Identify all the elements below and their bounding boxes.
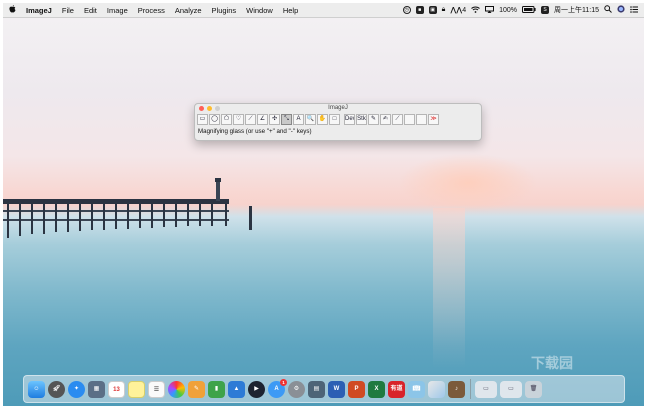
maps-icon[interactable] [428, 380, 445, 398]
imagej-window-title: ImageJ [328, 105, 348, 111]
minimize-window-icon[interactable] [207, 106, 212, 111]
image-capture-icon[interactable]: ▤ [308, 380, 325, 398]
magnifying-glass-tool-icon[interactable]: 🔍 [305, 114, 316, 125]
excel-icon[interactable]: X [368, 380, 385, 398]
trash-icon[interactable]: 🗑︎ [525, 380, 542, 398]
screen-record-icon[interactable]: S [541, 6, 549, 14]
notification-center-icon[interactable] [630, 5, 638, 15]
menu-window[interactable]: Window [241, 6, 278, 15]
airplay-icon[interactable] [485, 5, 495, 15]
lighthouse-wallpaper [215, 178, 221, 201]
finder-icon[interactable]: ☺ [28, 380, 45, 398]
sync-status-icon[interactable]: ◷ [402, 6, 411, 14]
developer-menu-tool[interactable]: Dev [344, 114, 355, 125]
system-preferences-icon[interactable]: ⚙ [288, 380, 305, 398]
color-picker-tool-icon[interactable]: □ [329, 114, 340, 125]
books-icon[interactable]: 📖︎ [408, 380, 425, 398]
apple-menu-icon[interactable] [3, 5, 21, 15]
pole-wallpaper [249, 206, 252, 230]
wifi-icon[interactable] [471, 6, 480, 15]
dock-separator [470, 379, 471, 399]
empty-tool-slot[interactable] [404, 114, 415, 125]
documents-stack-icon[interactable]: ▭ [500, 380, 522, 398]
lock-icon[interactable]: 🔒︎ [442, 6, 446, 14]
menu-plugins[interactable]: Plugins [207, 6, 242, 15]
brush-tool-icon[interactable]: ✎ [368, 114, 379, 125]
freehand-tool-icon[interactable]: ♡ [233, 114, 244, 125]
arrow-tool-icon[interactable]: ⟋ [392, 114, 403, 125]
sun-reflection [433, 208, 465, 368]
downloads-stack-icon[interactable]: ▭ [475, 380, 497, 398]
oval-tool-icon[interactable]: ◯ [209, 114, 220, 125]
spotlight-search-icon[interactable] [604, 5, 612, 15]
empty-tool-slot[interactable] [416, 114, 427, 125]
menu-file[interactable]: File [57, 6, 79, 15]
watermark: 下载园 [531, 355, 573, 371]
clock[interactable]: 周一上午11:15 [554, 5, 599, 15]
notes-icon[interactable] [128, 380, 145, 398]
powerpoint-icon[interactable]: P [348, 380, 365, 398]
input-method-indicator[interactable]: ⋀⋀4 [450, 6, 466, 14]
sunset-glow [398, 153, 538, 213]
status-area: ◷ ■ ▣ 🔒︎ ⋀⋀4 100% S 周一上午11:15 [402, 3, 638, 17]
menu-analyze[interactable]: Analyze [170, 6, 207, 15]
text-tool-icon[interactable]: A [293, 114, 304, 125]
quicktime-icon[interactable]: ▶ [248, 380, 265, 398]
safari-icon[interactable]: ✦ [68, 380, 85, 398]
imagej-status-text: Magnifying glass (or use "+" and "-" key… [198, 128, 312, 135]
stack-tools-menu[interactable]: Stk [356, 114, 367, 125]
guitar-app-icon[interactable]: ♪ [448, 380, 465, 398]
reminders-icon[interactable]: ☰ [148, 380, 165, 398]
scrolling-tool-icon[interactable]: ✋ [317, 114, 328, 125]
dock: ☺ 🚀︎ ✦ ▦ 13 ☰ ✎ ▮ ▲ ▶ A1 ⚙ ▤ W P X 有道 📖︎… [23, 375, 625, 403]
wand-tool-icon[interactable]: ⤡ [281, 114, 292, 125]
angle-tool-icon[interactable]: ∠ [257, 114, 268, 125]
pencil-tool-icon[interactable]: ✍ [380, 114, 391, 125]
imagej-toolbar: ▭ ◯ ⬠ ♡ ⟋ ∠ ✣ ⤡ A 🔍 ✋ □ Dev Stk ✎ ✍ ⟋ ≫ [197, 114, 440, 126]
zoom-window-icon[interactable] [215, 106, 220, 111]
line-tool-icon[interactable]: ⟋ [245, 114, 256, 125]
battery-icon[interactable] [522, 5, 536, 15]
keynote-icon[interactable]: ▲ [228, 380, 245, 398]
menu-bar: ImageJ File Edit Image Process Analyze P… [3, 3, 644, 18]
photo-preview-icon[interactable]: ▦ [88, 380, 105, 398]
battery-percentage[interactable]: 100% [499, 7, 517, 14]
menu-help[interactable]: Help [278, 6, 303, 15]
app-status-icon-1[interactable]: ■ [415, 6, 424, 14]
youdao-dictionary-icon[interactable]: 有道 [388, 380, 405, 398]
calendar-icon[interactable]: 13 [108, 380, 125, 398]
numbers-icon[interactable]: ▮ [208, 380, 225, 398]
menu-image[interactable]: Image [102, 6, 133, 15]
menu-edit[interactable]: Edit [79, 6, 102, 15]
menu-process[interactable]: Process [133, 6, 170, 15]
multipoint-tool-icon[interactable]: ✣ [269, 114, 280, 125]
close-window-icon[interactable] [199, 106, 204, 111]
rectangle-tool-icon[interactable]: ▭ [197, 114, 208, 125]
imagej-window: ImageJ ▭ ◯ ⬠ ♡ ⟋ ∠ ✣ ⤡ A 🔍 ✋ □ Dev Stk ✎… [194, 103, 482, 141]
more-tools-icon[interactable]: ≫ [428, 114, 439, 125]
word-icon[interactable]: W [328, 380, 345, 398]
pages-icon[interactable]: ✎ [188, 380, 205, 398]
pier-wallpaper [3, 199, 229, 239]
polygon-tool-icon[interactable]: ⬠ [221, 114, 232, 125]
app-store-icon[interactable]: A1 [268, 378, 287, 398]
desktop: ImageJ File Edit Image Process Analyze P… [3, 3, 644, 406]
app-store-badge: 1 [280, 378, 287, 386]
photos-icon[interactable] [168, 380, 185, 398]
launchpad-icon[interactable]: 🚀︎ [48, 380, 65, 398]
app-status-icon-2[interactable]: ▣ [428, 6, 437, 14]
app-menu-imagej[interactable]: ImageJ [21, 6, 57, 15]
imagej-titlebar[interactable]: ImageJ [195, 104, 481, 113]
siri-icon[interactable] [617, 5, 625, 15]
